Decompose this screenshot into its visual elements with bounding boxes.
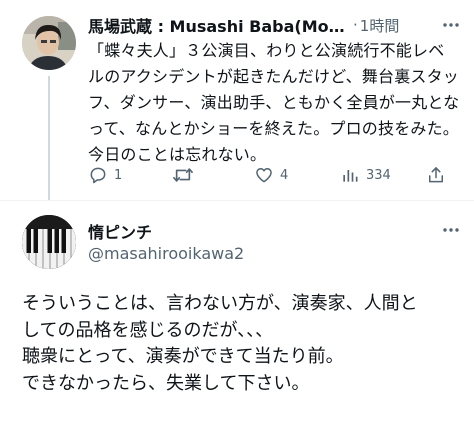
tweet[interactable]: 馬場武蔵 : Musashi Baba(Μουσ... · 1時間 「蝶々夫人」… [0,0,474,200]
thread-line [48,76,50,200]
avatar[interactable] [22,16,76,70]
share-button[interactable] [426,160,446,190]
share-icon [429,167,443,183]
reply-button[interactable]: 1 [88,160,122,190]
user-handle[interactable]: @masahirooikawa2 [88,244,244,263]
display-name[interactable]: 馬場武蔵 : Musashi Baba(Μουσ... [88,13,350,37]
timestamp[interactable]: 1時間 [360,15,400,36]
tweet-text: 「蝶々夫人」３公演目、わりと公演続行不能レベルのアクシデントが起きたんだけど、舞… [88,41,460,164]
piano-keys-photo [22,215,76,269]
reply-tweet[interactable]: 惰ピンチ @masahirooikawa2 そういうことは、言わない方が、演奏家… [0,201,474,435]
reply-count: 1 [114,167,123,183]
display-name[interactable]: 惰ピンチ [88,219,152,243]
heart-icon [256,168,272,183]
like-button[interactable]: 4 [254,160,288,190]
reply-text-line: できなかったら、失業して下さい。 [22,372,310,394]
avatar[interactable] [22,215,76,269]
retweet-icon [173,168,193,182]
reply-text-line: しての品格を感じるのだが、、、 [22,319,274,341]
retweet-button[interactable] [172,160,200,190]
reply-icon [90,167,106,184]
avatar-photo [22,16,76,70]
like-count: 4 [280,167,289,183]
separator-dot: · [353,16,358,34]
views-button[interactable]: 334 [340,160,391,190]
tweet-header: 馬場武蔵 : Musashi Baba(Μουσ... · 1時間 [88,12,458,38]
reply-text: そういうことは、言わない方が、演奏家、人間と しての品格を感じるのだが、、、 聴… [22,291,462,397]
view-count: 334 [366,167,391,183]
more-horizontal-icon[interactable] [442,12,460,33]
more-horizontal-icon[interactable] [442,217,460,238]
reply-text-line: 聴衆にとって、演奏ができて当たり前。 [22,346,344,367]
reply-text-line: そういうことは、言わない方が、演奏家、人間と [22,293,418,314]
bar-chart-icon [343,170,358,182]
tweet-actions: 1 4 334 [80,160,460,190]
